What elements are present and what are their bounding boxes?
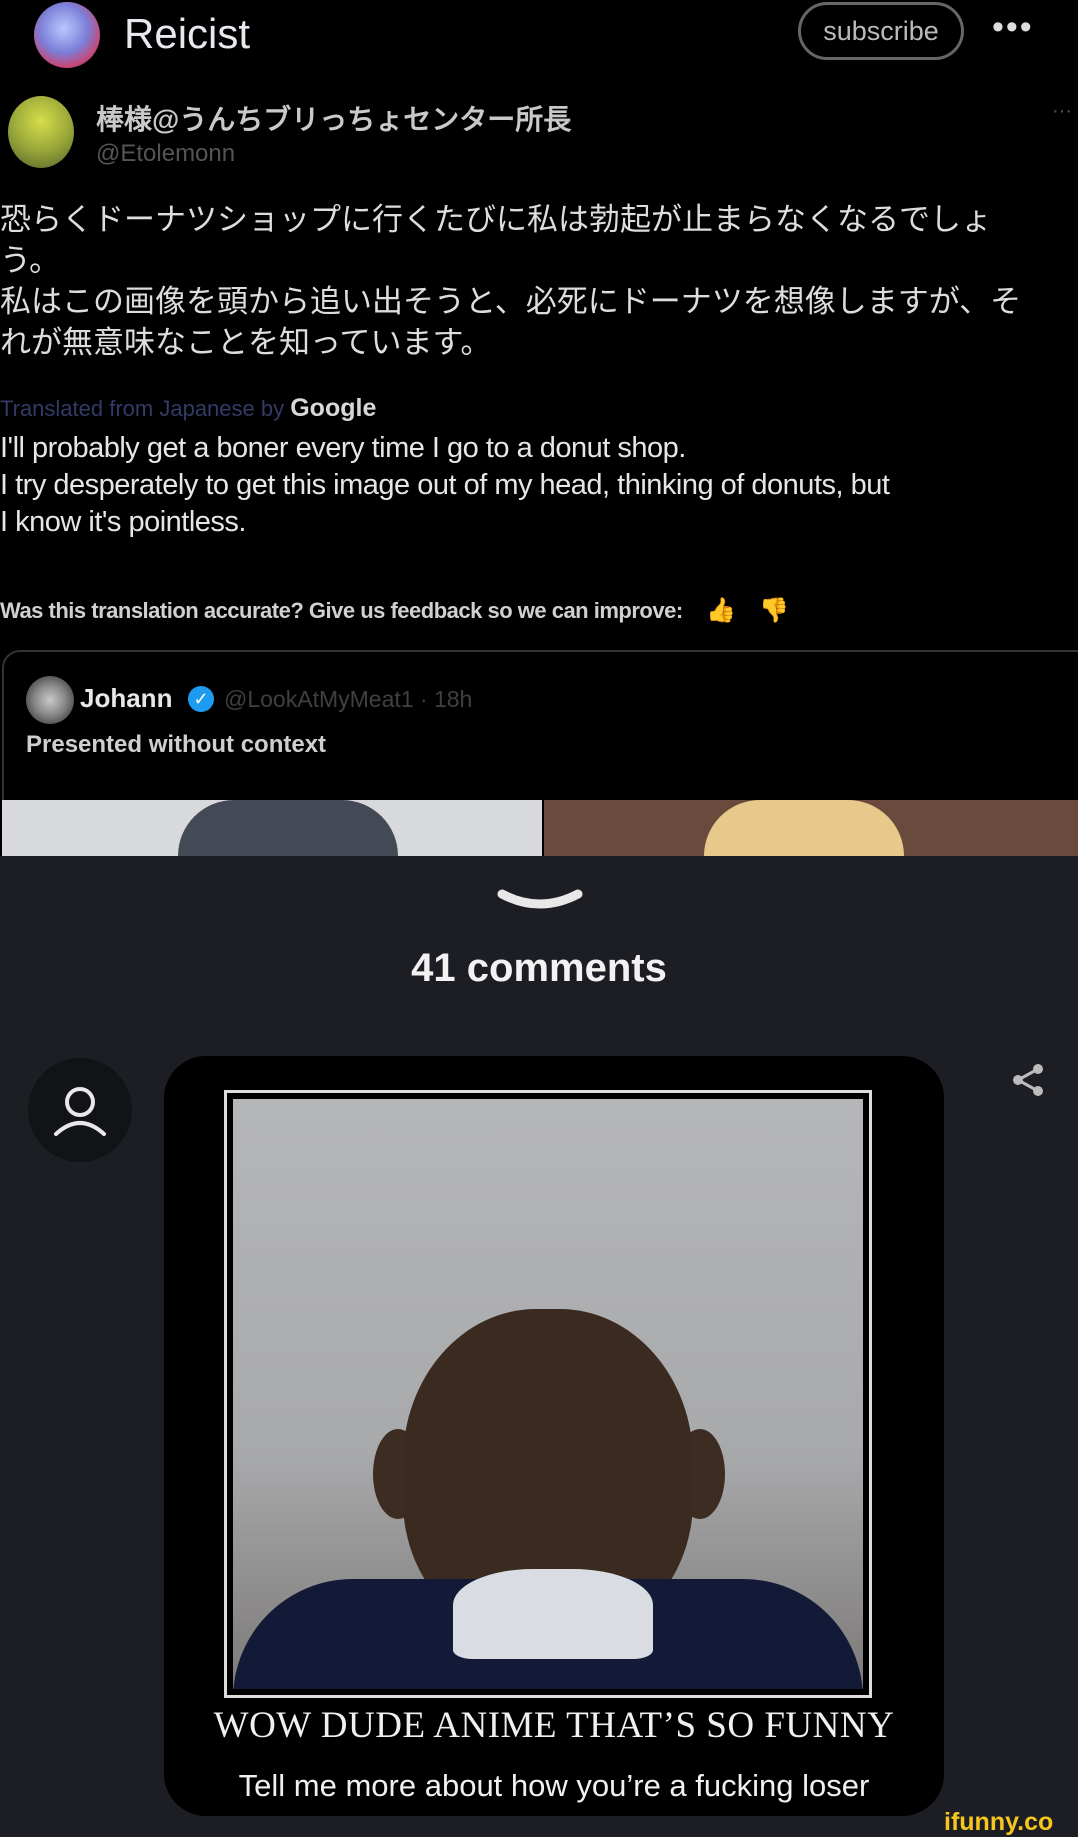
translation-source: Translated from Japanese by [0, 396, 285, 421]
tweet-author-name: 棒様@うんちブリっちょセンター所長 [96, 104, 572, 135]
comments-count: 41 comments [411, 946, 667, 990]
tweet-english-text: I'll probably get a boner every time I g… [0, 430, 1078, 541]
tweet-japanese-text: 恐らくドーナツショップに行くたびに私は勃起が止まらなくなるでしょ う。 私はこの… [0, 200, 1078, 364]
meme-caption-subtitle: Tell me more about how you’re a fucking … [238, 1768, 870, 1803]
ifunny-watermark: ifunny.co [944, 1808, 1054, 1836]
translation-feedback: Was this translation accurate? Give us f… [0, 596, 789, 625]
quoted-tweet-text: Presented without context [26, 731, 327, 758]
meme-photo-frame [224, 1090, 872, 1698]
quoted-author-avatar [26, 676, 74, 724]
translation-note: Translated from Japanese by Google [0, 394, 376, 423]
japanese-line: う。 [0, 243, 61, 279]
tweet-author-handle: @Etolemonn [96, 140, 236, 167]
thumbs-down-icon: 👎 [759, 597, 789, 624]
verified-badge-icon: ✓ [188, 686, 214, 712]
more-options-icon[interactable]: ••• [992, 8, 1034, 47]
tweet-more-icon: ··· [1052, 100, 1072, 122]
quoted-author-meta: @LookAtMyMeat1 · 18h [224, 686, 473, 712]
english-line: I know it's pointless. [0, 506, 246, 538]
meme-caption-title: WOW DUDE ANIME THAT’S SO FUNNY [213, 1705, 895, 1746]
subscribe-button[interactable]: subscribe [798, 2, 964, 60]
english-line: I try desperately to get this image out … [0, 469, 890, 501]
commenter-avatar[interactable] [28, 1058, 132, 1162]
tweet-author-avatar [8, 96, 74, 168]
english-line: I'll probably get a boner every time I g… [0, 432, 686, 464]
comment-meme-image[interactable]: WOW DUDE ANIME THAT’S SO FUNNY Tell me m… [164, 1056, 944, 1816]
thumbs-up-icon: 👍 [706, 597, 736, 624]
translator-name: Google [290, 394, 377, 422]
channel-avatar[interactable] [34, 2, 100, 68]
japanese-line: 私はこの画像を頭から追い出そうと、必死にドーナツを想像しますが、そ [0, 284, 1022, 320]
meme-photo [233, 1099, 863, 1689]
quoted-image-left [2, 800, 542, 856]
quoted-author-name: Johann [80, 683, 173, 713]
share-icon[interactable] [1010, 1062, 1046, 1098]
feedback-text: Was this translation accurate? Give us f… [0, 598, 683, 623]
japanese-line: れが無意味なことを知っています。 [0, 325, 492, 361]
user-icon [54, 1087, 106, 1136]
channel-name[interactable]: Reicist [124, 10, 250, 58]
post-image-area: Reicist subscribe ••• 棒様@うんちブリっちょセンター所長 … [0, 0, 1078, 856]
chevron-down-icon[interactable] [496, 888, 584, 912]
quoted-image-right [544, 800, 1078, 856]
japanese-line: 恐らくドーナツショップに行くたびに私は勃起が止まらなくなるでしょ [0, 202, 992, 238]
